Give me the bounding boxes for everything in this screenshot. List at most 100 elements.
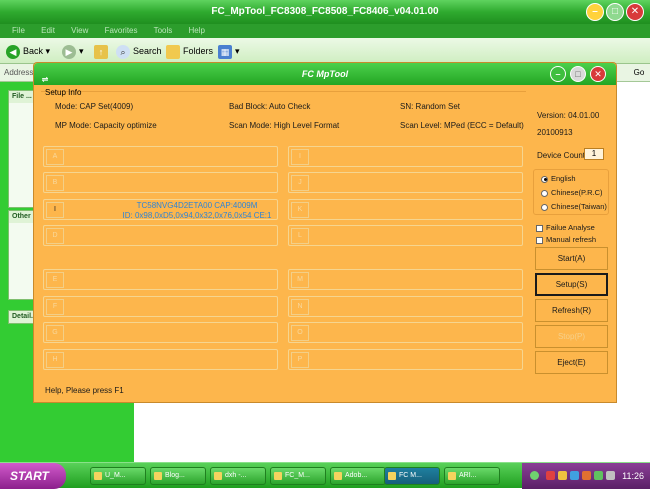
back-arrow-icon: ◀	[6, 44, 20, 59]
tray-arrow-icon[interactable]	[530, 471, 539, 480]
checkbox-icon	[536, 236, 543, 244]
menu-file[interactable]: File	[12, 26, 25, 35]
flash-model-text: TC58NVG4D2ETA00 CAP:4009M	[136, 201, 258, 210]
menu-favorites[interactable]: Favorites	[105, 26, 138, 35]
port-slot[interactable]: E	[43, 269, 278, 290]
forward-button[interactable]: ▶ ▾	[62, 43, 84, 59]
maximize-icon[interactable]: □	[606, 3, 624, 21]
tray-icon[interactable]	[582, 471, 591, 480]
port-slot[interactable]: H	[43, 349, 278, 370]
up-folder-button[interactable]: ↑	[94, 43, 111, 59]
menu-tools[interactable]: Tools	[154, 26, 173, 35]
tray-icon[interactable]	[546, 471, 555, 480]
system-tray: 11:26	[522, 463, 650, 489]
port-indicator: A	[46, 149, 64, 165]
mptool-title: FC MpTool	[301, 69, 349, 79]
views-icon: ▦	[218, 44, 232, 59]
port-indicator: E	[46, 272, 64, 288]
port-slot[interactable]: K	[288, 199, 523, 220]
up-folder-icon: ↑	[94, 44, 108, 59]
flash-id-text: ID: 0x98,0xD5,0x94,0x32,0x76,0x54 CE:1	[122, 211, 272, 220]
port-indicator: N	[291, 299, 309, 315]
port-slot[interactable]: M	[288, 269, 523, 290]
port-indicator: J	[291, 175, 309, 191]
port-slot[interactable]: N	[288, 296, 523, 317]
radio-selected-icon	[541, 175, 548, 183]
taskbar-item[interactable]: Adob...	[330, 467, 386, 485]
mptool-title-bar[interactable]: ⇌ FC MpTool – □ ✕	[34, 63, 616, 85]
port-indicator: P	[291, 352, 309, 368]
search-icon: ⌕	[116, 44, 130, 59]
port-slot[interactable]: P	[288, 349, 523, 370]
version-text: Version: 04.01.00	[537, 111, 600, 120]
port-indicator: I	[46, 202, 64, 218]
search-button[interactable]: ⌕ Search	[116, 43, 162, 59]
refresh-button[interactable]: Refresh(R)	[535, 299, 608, 322]
device-count-label: Device Count:	[537, 151, 588, 160]
language-chinese-prc-radio[interactable]: Chinese(P.R.C)	[541, 188, 603, 197]
start-button-taskbar[interactable]: START	[0, 463, 66, 489]
mode-text: Mode: CAP Set(4009)	[55, 102, 134, 111]
taskbar-item-active[interactable]: FC M...	[384, 467, 440, 485]
explorer-title-bar[interactable]: FC_MpTool_FC8308_FC8508_FC8406_v04.01.00…	[0, 0, 650, 24]
port-slot[interactable]: A	[43, 146, 278, 167]
port-slot[interactable]: B	[43, 172, 278, 193]
mp-mode-text: MP Mode: Capacity optimize	[55, 121, 157, 130]
usb-icon: ⇌	[41, 75, 49, 84]
scan-level-text: Scan Level: MPed (ECC = Default)	[400, 121, 524, 130]
port-slot[interactable]: O	[288, 322, 523, 343]
minimize-icon[interactable]: –	[586, 3, 604, 21]
port-slot[interactable]: I	[288, 146, 523, 167]
port-slot[interactable]: J	[288, 172, 523, 193]
menu-view[interactable]: View	[71, 26, 88, 35]
port-indicator: I	[291, 149, 309, 165]
port-slot[interactable]: G	[43, 322, 278, 343]
port-indicator: B	[46, 175, 64, 191]
tray-icon[interactable]	[570, 471, 579, 480]
forward-arrow-icon: ▶	[62, 44, 76, 59]
views-button[interactable]: ▦ ▾	[218, 43, 240, 59]
eject-button[interactable]: Eject(E)	[535, 351, 608, 374]
failure-analyse-checkbox[interactable]: Failue Analyse	[536, 223, 595, 232]
port-slot[interactable]: D	[43, 225, 278, 246]
taskbar-item[interactable]: U_M...	[90, 467, 146, 485]
manual-refresh-checkbox[interactable]: Manual refresh	[536, 235, 596, 244]
back-button[interactable]: ◀ Back ▾	[6, 43, 50, 59]
menu-edit[interactable]: Edit	[41, 26, 55, 35]
mptool-close-icon[interactable]: ✕	[590, 66, 606, 82]
taskbar-item[interactable]: FC_M...	[270, 467, 326, 485]
explorer-toolbar: ◀ Back ▾ ▶ ▾ ↑ ⌕ Search Folders ▦ ▾	[0, 38, 650, 64]
port-slot[interactable]: F	[43, 296, 278, 317]
port-slot[interactable]: L	[288, 225, 523, 246]
taskbar: START U_M... Blog... dxh -... FC_M... Ad…	[0, 462, 650, 489]
device-count-field: 1	[584, 148, 604, 160]
menu-help[interactable]: Help	[189, 26, 205, 35]
mptool-minimize-icon[interactable]: –	[550, 66, 566, 82]
checkbox-icon	[536, 224, 543, 232]
taskbar-item[interactable]: dxh -...	[210, 467, 266, 485]
volume-icon[interactable]	[606, 471, 615, 480]
sn-text: SN: Random Set	[400, 102, 461, 111]
close-icon[interactable]: ✕	[626, 3, 644, 21]
taskbar-item[interactable]: Blog...	[150, 467, 206, 485]
tray-icon[interactable]	[594, 471, 603, 480]
mptool-body: Setup Info Mode: CAP Set(4009) Bad Block…	[34, 85, 616, 402]
explorer-title: FC_MpTool_FC8308_FC8508_FC8406_v04.01.00	[211, 6, 439, 17]
folders-icon	[166, 44, 180, 59]
mptool-maximize-icon[interactable]: □	[570, 66, 586, 82]
language-chinese-taiwan-radio[interactable]: Chinese(Taiwan)	[541, 202, 607, 211]
mptool-window: ⇌ FC MpTool – □ ✕ Setup Info Mode: CAP S…	[33, 62, 617, 403]
go-button[interactable]: Go	[628, 64, 650, 82]
folders-button[interactable]: Folders	[166, 43, 213, 59]
clock[interactable]: 11:26	[622, 463, 644, 489]
explorer-menu-bar: File Edit View Favorites Tools Help	[0, 24, 650, 38]
tray-icon[interactable]	[558, 471, 567, 480]
taskbar-item[interactable]: ARI...	[444, 467, 500, 485]
port-indicator: O	[291, 325, 309, 341]
radio-icon	[541, 203, 548, 211]
language-english-radio[interactable]: English	[541, 174, 576, 183]
setup-info-legend: Setup Info	[45, 88, 82, 97]
setup-button[interactable]: Setup(S)	[535, 273, 608, 296]
start-button[interactable]: Start(A)	[535, 247, 608, 270]
stop-button: Stop(P)	[535, 325, 608, 348]
